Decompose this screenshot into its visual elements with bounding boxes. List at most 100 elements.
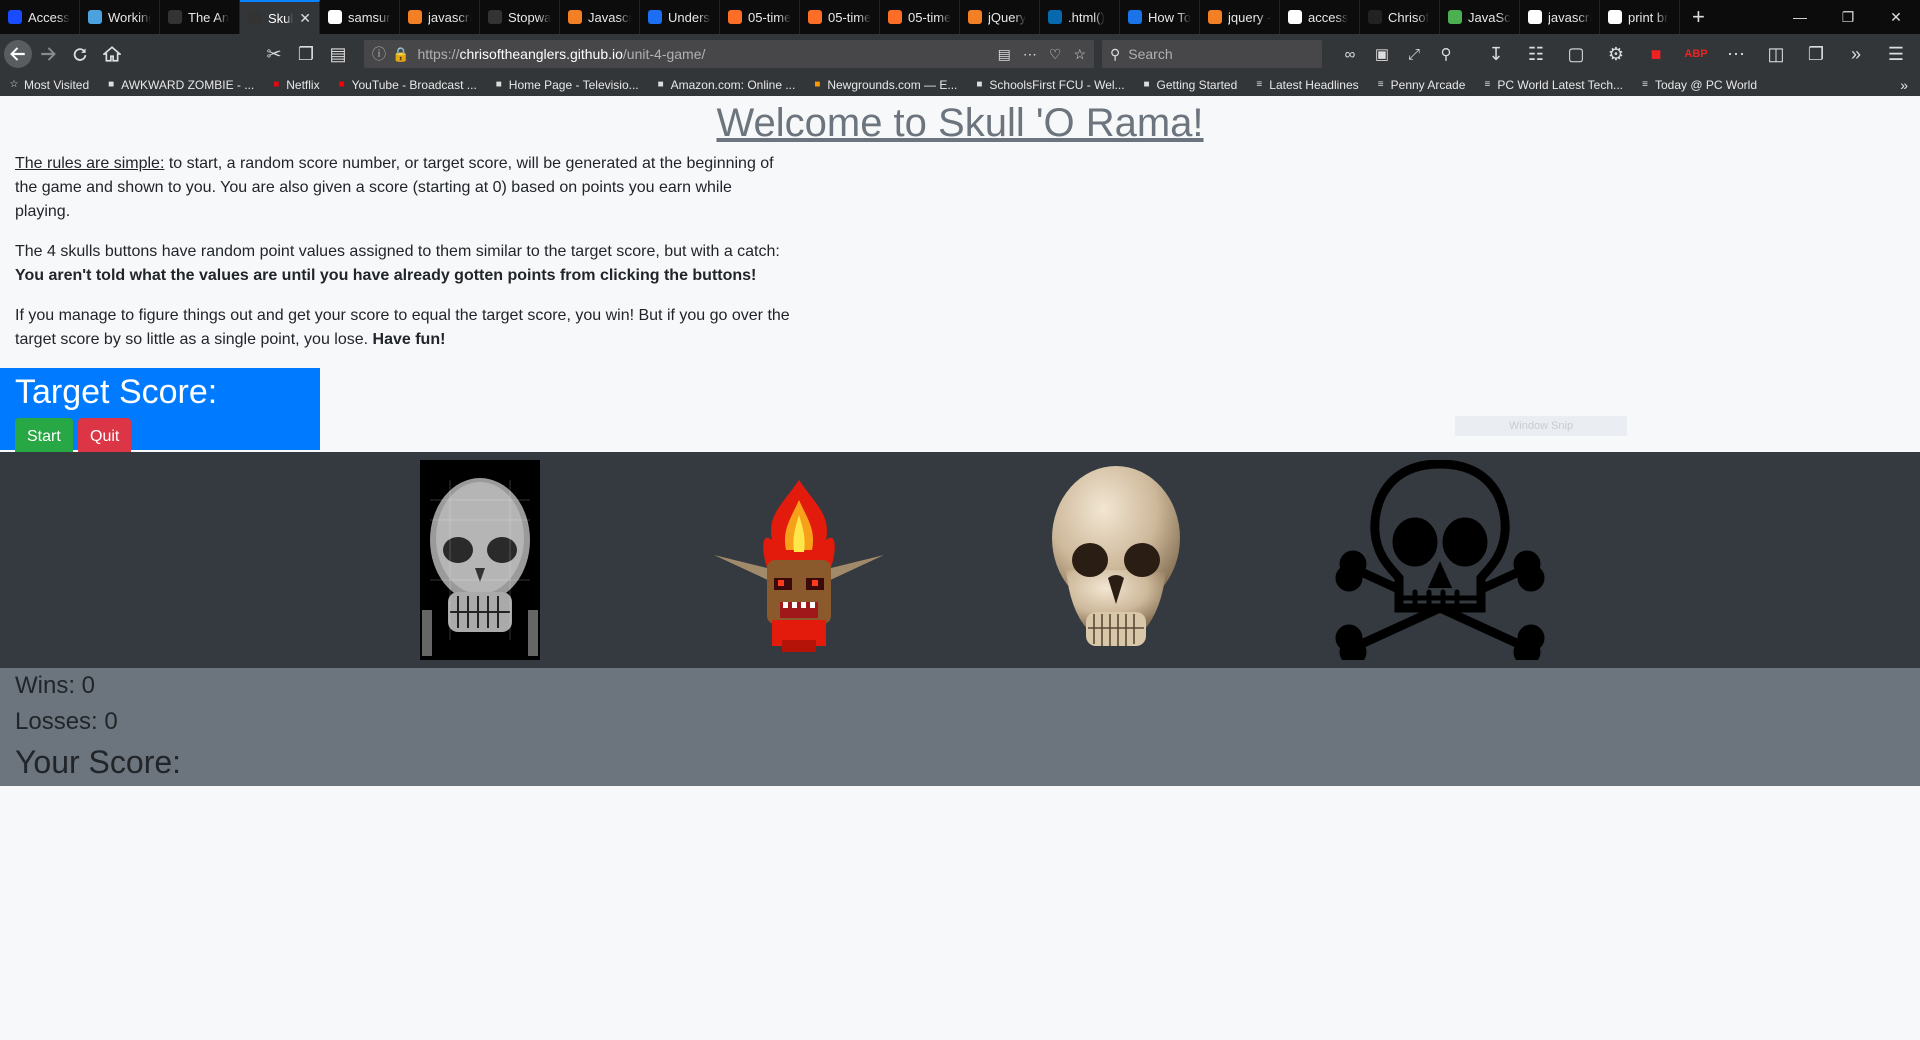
google-icon <box>328 10 342 24</box>
bookmark-item[interactable]: ≡ PC World Latest Tech... <box>1473 78 1631 92</box>
stats-panel: Wins: 0 Losses: 0 Your Score: <box>0 668 1920 786</box>
browser-tab[interactable]: samsun <box>320 0 400 34</box>
bookmark-label: Amazon.com: Online ... <box>670 78 796 92</box>
start-button[interactable]: Start <box>15 418 73 456</box>
pocket-icon[interactable]: ♡ <box>1049 46 1062 63</box>
url-path: /unit-4-game/ <box>622 46 706 62</box>
youtube-icon: ■ <box>338 79 345 90</box>
browser-tab[interactable]: .html() <box>1040 0 1120 34</box>
bookmark-label: Home Page - Televisio... <box>508 78 639 92</box>
minimize-button[interactable]: — <box>1776 0 1824 34</box>
reader-view-icon[interactable]: ▤ <box>998 46 1011 63</box>
fullscreen-icon[interactable]: ⤢ <box>1402 42 1426 66</box>
browser-tab[interactable]: Working <box>80 0 160 34</box>
search-bar[interactable]: ⚲ Search <box>1102 40 1322 68</box>
close-tab-icon[interactable]: ✕ <box>299 10 311 27</box>
tab-label: The An <box>188 9 230 25</box>
lastpass-icon[interactable]: ⋯ <box>1720 38 1752 70</box>
bookmark-star-icon[interactable]: ☆ <box>1073 46 1086 63</box>
skull-button-2[interactable] <box>712 460 886 660</box>
stackoverflow-icon <box>1208 10 1222 24</box>
quit-button[interactable]: Quit <box>78 418 132 456</box>
stackoverflow-icon <box>968 10 982 24</box>
bookmark-item[interactable]: ☆ Most Visited <box>0 78 97 92</box>
url-bar[interactable]: ⓘ 🔒 https://chrisoftheanglers.github.io/… <box>364 40 1094 68</box>
window-controls: — ❐ ✕ <box>1776 0 1920 34</box>
adblock-icon[interactable]: ABP <box>1680 38 1712 70</box>
browser-tab[interactable]: javascri <box>1520 0 1600 34</box>
bookmark-item[interactable]: ≡ Today @ PC World <box>1631 78 1765 92</box>
bookmark-item[interactable]: ■ Home Page - Televisio... <box>485 78 647 92</box>
skull-button-1[interactable] <box>420 460 540 660</box>
tab-label: javascri <box>1548 9 1591 25</box>
paste-button[interactable]: ▤ <box>322 38 354 70</box>
overflow-chevron-icon[interactable]: » <box>1840 38 1872 70</box>
globe-icon: ■ <box>1143 79 1150 90</box>
bookmark-item[interactable]: ■ AWKWARD ZOMBIE - ... <box>97 78 262 92</box>
back-button[interactable] <box>4 40 32 68</box>
page-actions-icon[interactable]: ⋯ <box>1023 46 1037 63</box>
skull-button-3[interactable] <box>1048 460 1184 660</box>
browser-tab[interactable]: The An <box>160 0 240 34</box>
sync-icon[interactable]: ▢ <box>1560 38 1592 70</box>
copy-icon: ❐ <box>297 43 315 64</box>
close-window-button[interactable]: ✕ <box>1872 0 1920 34</box>
red-extension-icon[interactable]: ■ <box>1640 38 1672 70</box>
tab-label: 05-time <box>908 9 951 25</box>
url-scheme: https:// <box>417 46 460 62</box>
browser-tab[interactable]: print br <box>1600 0 1680 34</box>
browser-tab[interactable]: Skull 'O ✕ <box>240 0 320 34</box>
containers-icon[interactable]: ❐ <box>1800 38 1832 70</box>
tab-label: access <box>1308 9 1349 25</box>
browser-tab[interactable]: access <box>1280 0 1360 34</box>
browser-tab[interactable]: 05-time <box>800 0 880 34</box>
rss-icon: ≡ <box>1642 79 1648 90</box>
screenshot-icon[interactable]: ▣ <box>1370 42 1394 66</box>
browser-tab[interactable]: 05-time <box>720 0 800 34</box>
browser-tab[interactable]: jquery - <box>1200 0 1280 34</box>
sidebar-icon[interactable]: ◫ <box>1760 38 1792 70</box>
forward-button[interactable] <box>32 38 64 70</box>
new-tab-button[interactable]: + <box>1680 4 1717 30</box>
settings-gear-icon[interactable]: ⚙ <box>1600 38 1632 70</box>
restore-button[interactable]: ❐ <box>1824 0 1872 34</box>
bookmark-item[interactable]: ≡ Latest Headlines <box>1245 78 1366 92</box>
browser-tab[interactable]: How To <box>1120 0 1200 34</box>
tab-label: 05-time <box>828 9 871 25</box>
bookmark-item[interactable]: ■ Netflix <box>262 78 327 92</box>
browser-tab[interactable]: Javascr <box>560 0 640 34</box>
browser-tab[interactable]: javascri <box>400 0 480 34</box>
skull-buttons-row <box>0 452 1920 668</box>
menu-hamburger-icon[interactable]: ☰ <box>1880 38 1912 70</box>
bookmark-item[interactable]: ■ Newgrounds.com — E... <box>803 78 965 92</box>
bookmark-item[interactable]: ■ YouTube - Broadcast ... <box>328 78 485 92</box>
library-icon[interactable]: ☷ <box>1520 38 1552 70</box>
gitlab-icon <box>808 10 822 24</box>
zoom-icon[interactable]: ⚲ <box>1434 42 1458 66</box>
browser-tab[interactable]: Underst <box>640 0 720 34</box>
browser-tab[interactable]: Stopwatch <box>480 0 560 34</box>
bookmark-item[interactable]: ≡ Penny Arcade <box>1367 78 1474 92</box>
bookmark-label: Newgrounds.com — E... <box>827 78 958 92</box>
tab-label: Underst <box>668 9 711 25</box>
home-icon <box>103 46 121 62</box>
bookmark-item[interactable]: ■ Getting Started <box>1133 78 1246 92</box>
rss-icon: ≡ <box>1377 79 1384 90</box>
extension-icon[interactable]: ∞ <box>1338 42 1362 66</box>
copy-button[interactable]: ❐ <box>290 38 322 70</box>
browser-tab[interactable]: Chrisof <box>1360 0 1440 34</box>
downloads-icon[interactable]: ↧ <box>1480 38 1512 70</box>
bookmarks-overflow-icon[interactable]: » <box>1900 77 1908 93</box>
browser-tab[interactable]: Access <box>0 0 80 34</box>
browser-tab[interactable]: jQuery <box>960 0 1040 34</box>
bookmark-item[interactable]: ■ SchoolsFirst FCU - Wel... <box>965 78 1132 92</box>
home-button[interactable] <box>96 38 128 70</box>
browser-tab[interactable]: 05-time <box>880 0 960 34</box>
url-text: https://chrisoftheanglers.github.io/unit… <box>417 46 705 62</box>
bookmark-item[interactable]: ■ Amazon.com: Online ... <box>647 78 804 92</box>
reload-button[interactable] <box>64 38 96 70</box>
cut-button[interactable]: ✂ <box>258 38 290 70</box>
skull-button-4[interactable] <box>1335 460 1545 660</box>
browser-tab[interactable]: JavaScr <box>1440 0 1520 34</box>
target-score-label: Target Score: <box>15 373 218 411</box>
